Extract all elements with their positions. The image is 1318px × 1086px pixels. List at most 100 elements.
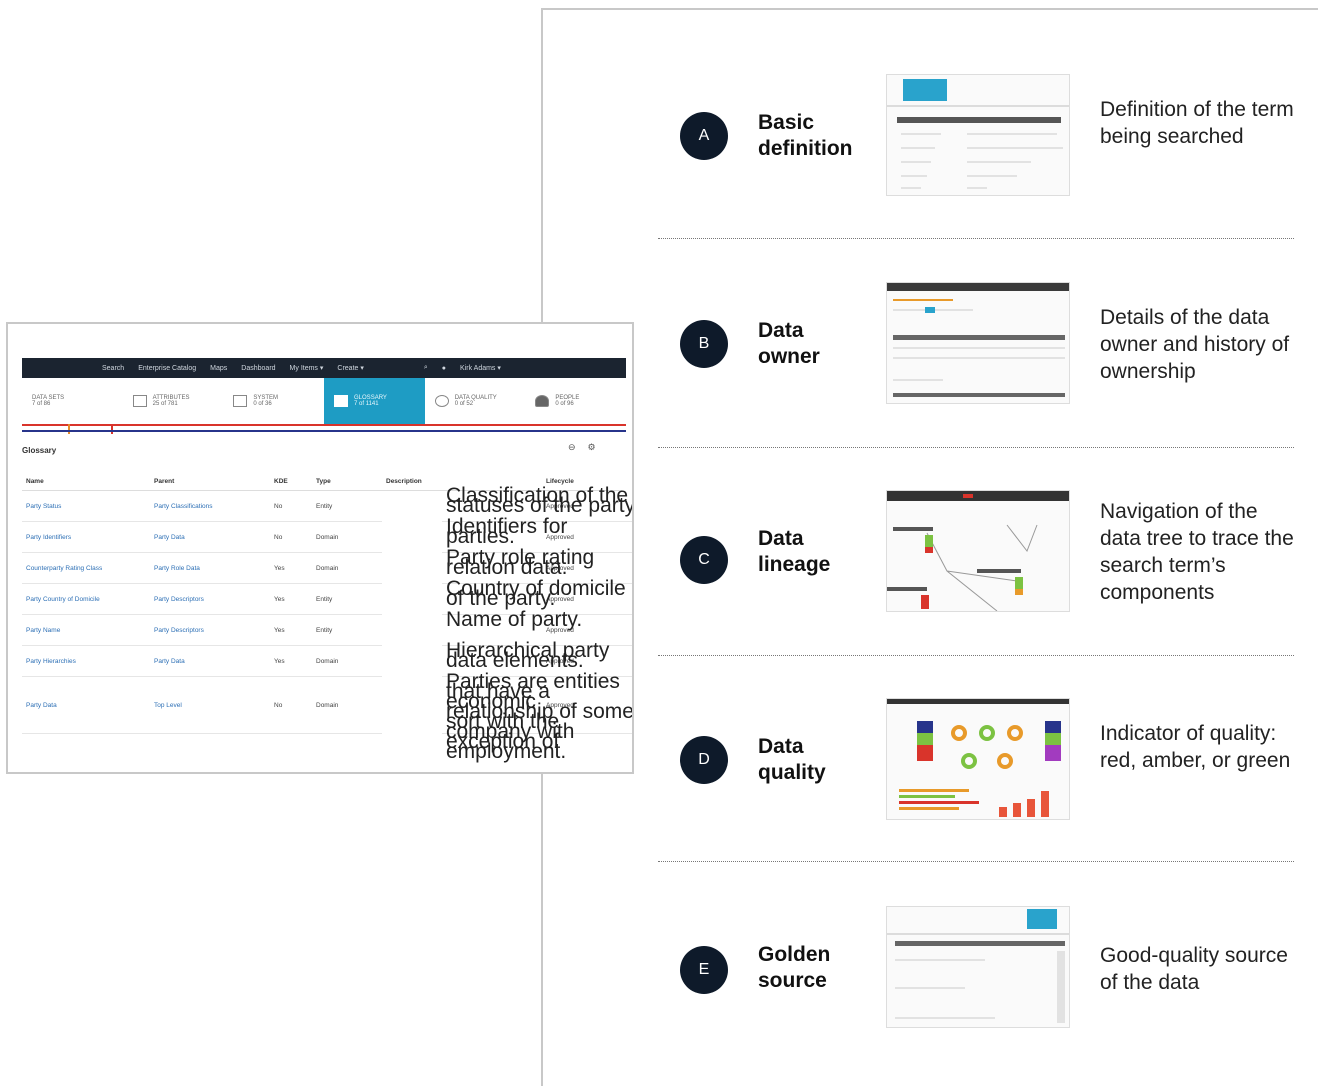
gear-icon[interactable]: ⚙ xyxy=(588,442,608,452)
cell-name[interactable]: Party Country of Domicile xyxy=(22,583,150,615)
quality-ring xyxy=(997,753,1013,769)
cell-kde: Yes xyxy=(270,645,312,677)
cell-type: Domain xyxy=(312,645,382,677)
lineage-marker-red xyxy=(111,424,113,434)
tile-count: 25 of 781 xyxy=(152,401,178,407)
cell-name[interactable]: Counterparty Rating Class xyxy=(22,552,150,584)
badge-d: D xyxy=(680,736,728,784)
title-line: source xyxy=(758,969,827,992)
badge-a: A xyxy=(680,112,728,160)
title-line: Data xyxy=(758,735,804,758)
cell-kde: Yes xyxy=(270,552,312,584)
tile-system[interactable]: SYSTEM 0 of 36 xyxy=(223,378,324,424)
quality-ring xyxy=(961,753,977,769)
thumb-block xyxy=(895,987,965,989)
quality-ring xyxy=(1007,725,1023,741)
thumb-block xyxy=(887,933,1069,935)
app-nav-bar: Search Enterprise Catalog Maps Dashboard… xyxy=(22,358,626,378)
tile-attributes[interactable]: ATTRIBUTES 25 of 781 xyxy=(123,378,224,424)
user-icon[interactable]: ● xyxy=(442,365,446,372)
cell-kde: Yes xyxy=(270,583,312,615)
column-header[interactable]: Name xyxy=(22,472,150,491)
book-icon xyxy=(334,395,349,407)
cell-parent[interactable]: Party Data xyxy=(150,521,270,553)
thumb-block xyxy=(887,699,1069,704)
thumb-block xyxy=(901,147,935,149)
thumb-block xyxy=(1057,951,1065,1023)
thumb-block xyxy=(899,807,959,810)
quality-ring xyxy=(979,725,995,741)
title-line: Golden xyxy=(758,943,831,966)
item-description: Details of the data owner and history of… xyxy=(1100,306,1290,383)
nav-item-search[interactable]: Search xyxy=(102,365,124,372)
cell-parent[interactable]: Top Level xyxy=(150,676,270,734)
nav-item-create[interactable]: Create ▾ xyxy=(337,364,363,372)
cell-parent[interactable]: Party Descriptors xyxy=(150,614,270,646)
cell-parent[interactable]: Party Data xyxy=(150,645,270,677)
glossary-table: Name Parent KDE Type Description Lifecyc… xyxy=(22,472,632,762)
cell-name[interactable]: Party Data xyxy=(22,676,150,734)
column-header[interactable]: Parent xyxy=(150,472,270,491)
item-title: Basic definition xyxy=(758,110,878,162)
divider xyxy=(658,447,1294,448)
cell-kde: Yes xyxy=(270,614,312,646)
thumb-block xyxy=(925,535,933,547)
cell-parent[interactable]: Party Descriptors xyxy=(150,583,270,615)
thumb-block xyxy=(887,283,1069,291)
cell-name[interactable]: Party Hierarchies xyxy=(22,645,150,677)
thumb-block xyxy=(1013,803,1021,817)
thumbnail-basic-definition xyxy=(886,74,1070,196)
thumb-block xyxy=(999,807,1007,817)
tile-data-sets[interactable]: DATA SETS 7 of 86 xyxy=(22,378,123,424)
tile-people[interactable]: PEOPLE 0 of 96 xyxy=(525,378,626,424)
thumbnail-golden-source xyxy=(886,906,1070,1028)
thumb-block xyxy=(967,187,987,189)
lineage-line-blue xyxy=(22,430,626,432)
thumb-block xyxy=(899,789,969,792)
cell-type: Entity xyxy=(312,583,382,615)
nav-item-dashboard[interactable]: Dashboard xyxy=(241,365,275,372)
thumb-block xyxy=(1045,721,1061,761)
item-description: Indicator of quality: red, amber, or gre… xyxy=(1100,722,1291,772)
thumb-block xyxy=(1015,577,1023,589)
cell-type: Domain xyxy=(312,676,382,734)
tile-count: 7 of 1141 xyxy=(354,401,379,407)
thumb-block xyxy=(1027,799,1035,817)
tile-count: 0 of 36 xyxy=(253,401,272,407)
thumb-block xyxy=(893,527,933,531)
tile-count: 0 of 96 xyxy=(555,401,574,407)
title-line: quality xyxy=(758,761,826,784)
column-header[interactable]: Type xyxy=(312,472,382,491)
cell-kde: No xyxy=(270,521,312,553)
column-header[interactable]: KDE xyxy=(270,472,312,491)
target-icon xyxy=(434,395,449,407)
title-line: Basic xyxy=(758,111,815,134)
cell-type: Entity xyxy=(312,490,382,522)
thumb-block xyxy=(895,959,985,961)
item-description: Definition of the term being searched xyxy=(1100,98,1294,148)
server-icon xyxy=(233,395,248,407)
cell-type: Domain xyxy=(312,521,382,553)
cell-parent[interactable]: Party Role Data xyxy=(150,552,270,584)
tile-glossary[interactable]: GLOSSARY 7 of 1141 xyxy=(324,378,425,424)
thumb-block xyxy=(901,133,941,135)
divider xyxy=(658,861,1294,862)
title-line: Data xyxy=(758,319,804,342)
thumb-block xyxy=(1027,909,1057,929)
nav-item-catalog[interactable]: Enterprise Catalog xyxy=(138,365,196,372)
nav-item-maps[interactable]: Maps xyxy=(210,365,227,372)
title-line: definition xyxy=(758,137,853,160)
tile-data-quality[interactable]: DATA QUALITY 0 of 52 xyxy=(425,378,526,424)
settings-icon[interactable]: ⊖ xyxy=(568,442,588,452)
nav-item-user[interactable]: Kirk Adams ▾ xyxy=(460,364,501,372)
tile-count: 7 of 86 xyxy=(32,401,51,407)
cell-name[interactable]: Party Identifiers xyxy=(22,521,150,553)
nav-item-my-items[interactable]: My Items ▾ xyxy=(290,364,324,372)
thumb-block xyxy=(893,393,1065,397)
cell-name[interactable]: Party Status xyxy=(22,490,150,522)
cell-parent[interactable]: Party Classifications xyxy=(150,490,270,522)
table-row[interactable]: Party Data Top Level No Domain Parties are e… xyxy=(22,671,632,762)
search-icon[interactable]: ⌕ xyxy=(424,364,428,372)
cell-name[interactable]: Party Name xyxy=(22,614,150,646)
cell-kde: No xyxy=(270,676,312,734)
